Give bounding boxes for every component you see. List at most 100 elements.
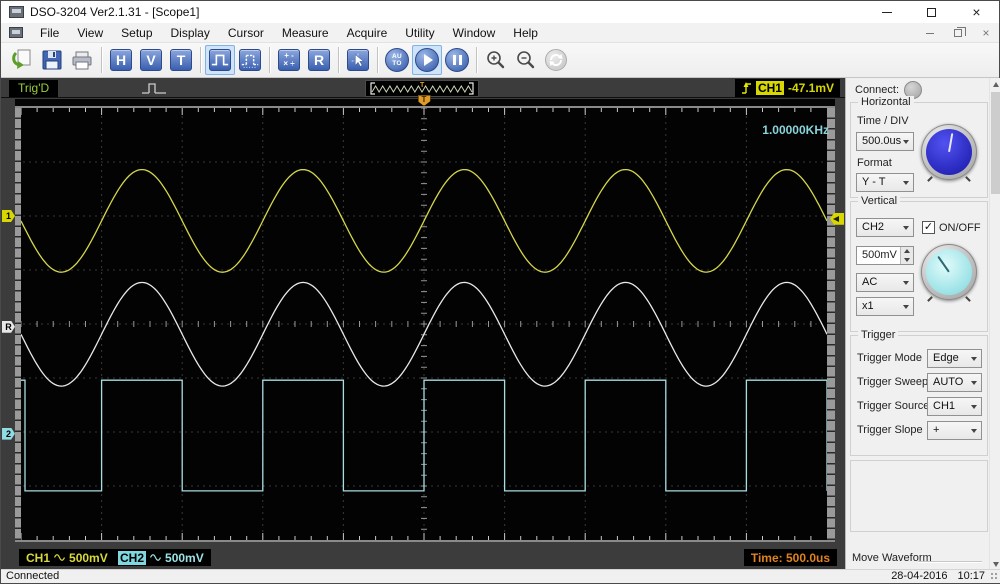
volts-div-knob[interactable] bbox=[921, 244, 977, 302]
channel-select[interactable]: CH2 bbox=[856, 218, 914, 237]
checkmark-icon: ✓ bbox=[923, 221, 934, 233]
connect-label: Connect: bbox=[855, 84, 900, 96]
mdi-minimize-button[interactable] bbox=[923, 26, 937, 40]
ch2-position-marker[interactable]: 2 bbox=[2, 427, 15, 440]
trigger-group: Trigger Trigger Mode Edge Trigger Sweep … bbox=[850, 329, 988, 456]
menu-help[interactable]: Help bbox=[504, 23, 547, 43]
chevron-down-icon bbox=[903, 305, 909, 309]
panel-scrollbar[interactable] bbox=[989, 78, 1000, 571]
save-icon bbox=[42, 50, 62, 70]
format-label: Format bbox=[857, 157, 892, 169]
trigger-mode-label: Trigger Mode bbox=[857, 352, 923, 364]
trigger-sweep-select[interactable]: AUTO bbox=[927, 373, 982, 392]
cursor-measure-button[interactable] bbox=[343, 45, 373, 75]
close-button[interactable]: × bbox=[954, 1, 999, 23]
minimize-button[interactable] bbox=[864, 1, 909, 23]
autoset-button[interactable]: AU TO bbox=[382, 45, 412, 75]
waveform-overview-icon: T bbox=[370, 82, 474, 95]
move-waveform-slider[interactable] bbox=[918, 561, 982, 563]
edge-trigger-button[interactable] bbox=[205, 45, 235, 75]
horizontal-group: Horizontal Time / DIV 500.0us Format Y -… bbox=[850, 96, 988, 198]
mdi-restore-button[interactable] bbox=[951, 26, 966, 40]
save-button[interactable] bbox=[37, 45, 67, 75]
trigger-slope-label: Trigger Slope bbox=[857, 424, 923, 436]
self-calibration-button[interactable] bbox=[541, 45, 571, 75]
trigger-status-badge: Trig'D bbox=[9, 80, 59, 97]
probe-value: x1 bbox=[862, 300, 874, 312]
volts-div-spinner[interactable]: 500mV bbox=[856, 246, 914, 265]
ch1-scale-readout: CH1 500mV bbox=[19, 549, 115, 566]
coupling-select[interactable]: AC bbox=[856, 273, 914, 292]
chevron-down-icon bbox=[971, 429, 977, 433]
ref-position-marker[interactable]: R bbox=[2, 320, 15, 333]
trigger-source-select[interactable]: CH1 bbox=[927, 397, 982, 416]
spinner-down-button[interactable] bbox=[901, 255, 913, 264]
menu-measure[interactable]: Measure bbox=[273, 23, 338, 43]
play-icon bbox=[415, 48, 439, 72]
scrollbar-thumb[interactable] bbox=[991, 92, 1000, 194]
channel-onoff-checkbox[interactable]: ✓ bbox=[922, 221, 935, 234]
pause-button[interactable] bbox=[442, 45, 472, 75]
minimize-icon bbox=[881, 11, 892, 13]
oscilloscope-display-area: Trig'D T CH1 -47.1mV T 1 R 2 1.00000KHz … bbox=[1, 78, 845, 571]
chevron-down-icon bbox=[971, 405, 977, 409]
run-button[interactable] bbox=[412, 45, 442, 75]
pulse-trigger-button[interactable] bbox=[235, 45, 265, 75]
spinner-up-button[interactable] bbox=[901, 247, 913, 256]
reference-button[interactable]: R bbox=[304, 45, 334, 75]
menu-cursor[interactable]: Cursor bbox=[219, 23, 273, 43]
pulse-trigger-icon bbox=[239, 49, 261, 71]
control-panel: Connect: Horizontal Time / DIV 500.0us F… bbox=[845, 78, 1000, 571]
waveform-overview-bar[interactable]: T bbox=[365, 80, 479, 97]
print-button[interactable] bbox=[67, 45, 97, 75]
chevron-down-icon bbox=[903, 181, 909, 185]
mdi-close-button[interactable]: × bbox=[979, 26, 993, 40]
resize-grip[interactable] bbox=[991, 573, 999, 581]
time-scale-readout: Time: 500.0us bbox=[743, 549, 837, 566]
open-button[interactable] bbox=[7, 45, 37, 75]
status-bar: Connected 28-04-2016 10:17 bbox=[1, 569, 1000, 583]
trigger-edge-icon bbox=[741, 82, 751, 94]
menu-file[interactable]: File bbox=[31, 23, 68, 43]
vertical-setup-button[interactable]: V bbox=[136, 45, 166, 75]
menu-utility[interactable]: Utility bbox=[396, 23, 443, 43]
down-arrow-icon bbox=[993, 562, 999, 567]
math-button[interactable]: + - × ÷ bbox=[274, 45, 304, 75]
probe-select[interactable]: x1 bbox=[856, 297, 914, 316]
menu-acquire[interactable]: Acquire bbox=[338, 23, 397, 43]
maximize-button[interactable] bbox=[909, 1, 954, 23]
horizontal-setup-button[interactable]: H bbox=[106, 45, 136, 75]
channel-readout-bar: CH1 500mV CH2 500mV Time: 500.0us bbox=[1, 549, 845, 566]
trigger-slope-select[interactable]: + bbox=[927, 421, 982, 440]
time-div-knob[interactable] bbox=[921, 124, 977, 182]
trigger-mode-value: Edge bbox=[933, 352, 959, 364]
scope-graticule bbox=[15, 106, 835, 542]
scope-document-icon bbox=[9, 27, 23, 38]
ac-coupling-icon bbox=[54, 554, 66, 561]
menu-display[interactable]: Display bbox=[162, 23, 219, 43]
app-icon bbox=[9, 6, 24, 18]
ch1-position-marker[interactable]: 1 bbox=[2, 210, 15, 222]
zoom-in-button[interactable] bbox=[481, 45, 511, 75]
menu-setup[interactable]: Setup bbox=[112, 23, 161, 43]
menu-window[interactable]: Window bbox=[444, 23, 505, 43]
trigger-level-value: -47.1mV bbox=[787, 81, 834, 95]
toolbar-separator bbox=[101, 47, 102, 73]
waveform-plot bbox=[21, 108, 827, 540]
format-select[interactable]: Y - T bbox=[856, 173, 914, 192]
time-div-label: Time / DIV bbox=[857, 115, 909, 127]
time-div-select[interactable]: 500.0us bbox=[856, 132, 914, 151]
ch1-scale-value: 500mV bbox=[69, 550, 108, 565]
trigger-mode-select[interactable]: Edge bbox=[927, 349, 982, 368]
scrollbar-up-button[interactable] bbox=[990, 78, 1000, 91]
workspace: Trig'D T CH1 -47.1mV T 1 R 2 1.00000KHz … bbox=[1, 78, 1000, 571]
vertical-icon: V bbox=[140, 49, 162, 71]
trigger-setup-button[interactable]: T bbox=[166, 45, 196, 75]
zoom-out-button[interactable] bbox=[511, 45, 541, 75]
chevron-down-icon bbox=[971, 357, 977, 361]
refresh-icon bbox=[545, 49, 567, 71]
print-icon bbox=[72, 51, 92, 70]
open-icon bbox=[12, 49, 31, 69]
zoom-in-icon bbox=[487, 51, 505, 69]
menu-view[interactable]: View bbox=[68, 23, 112, 43]
